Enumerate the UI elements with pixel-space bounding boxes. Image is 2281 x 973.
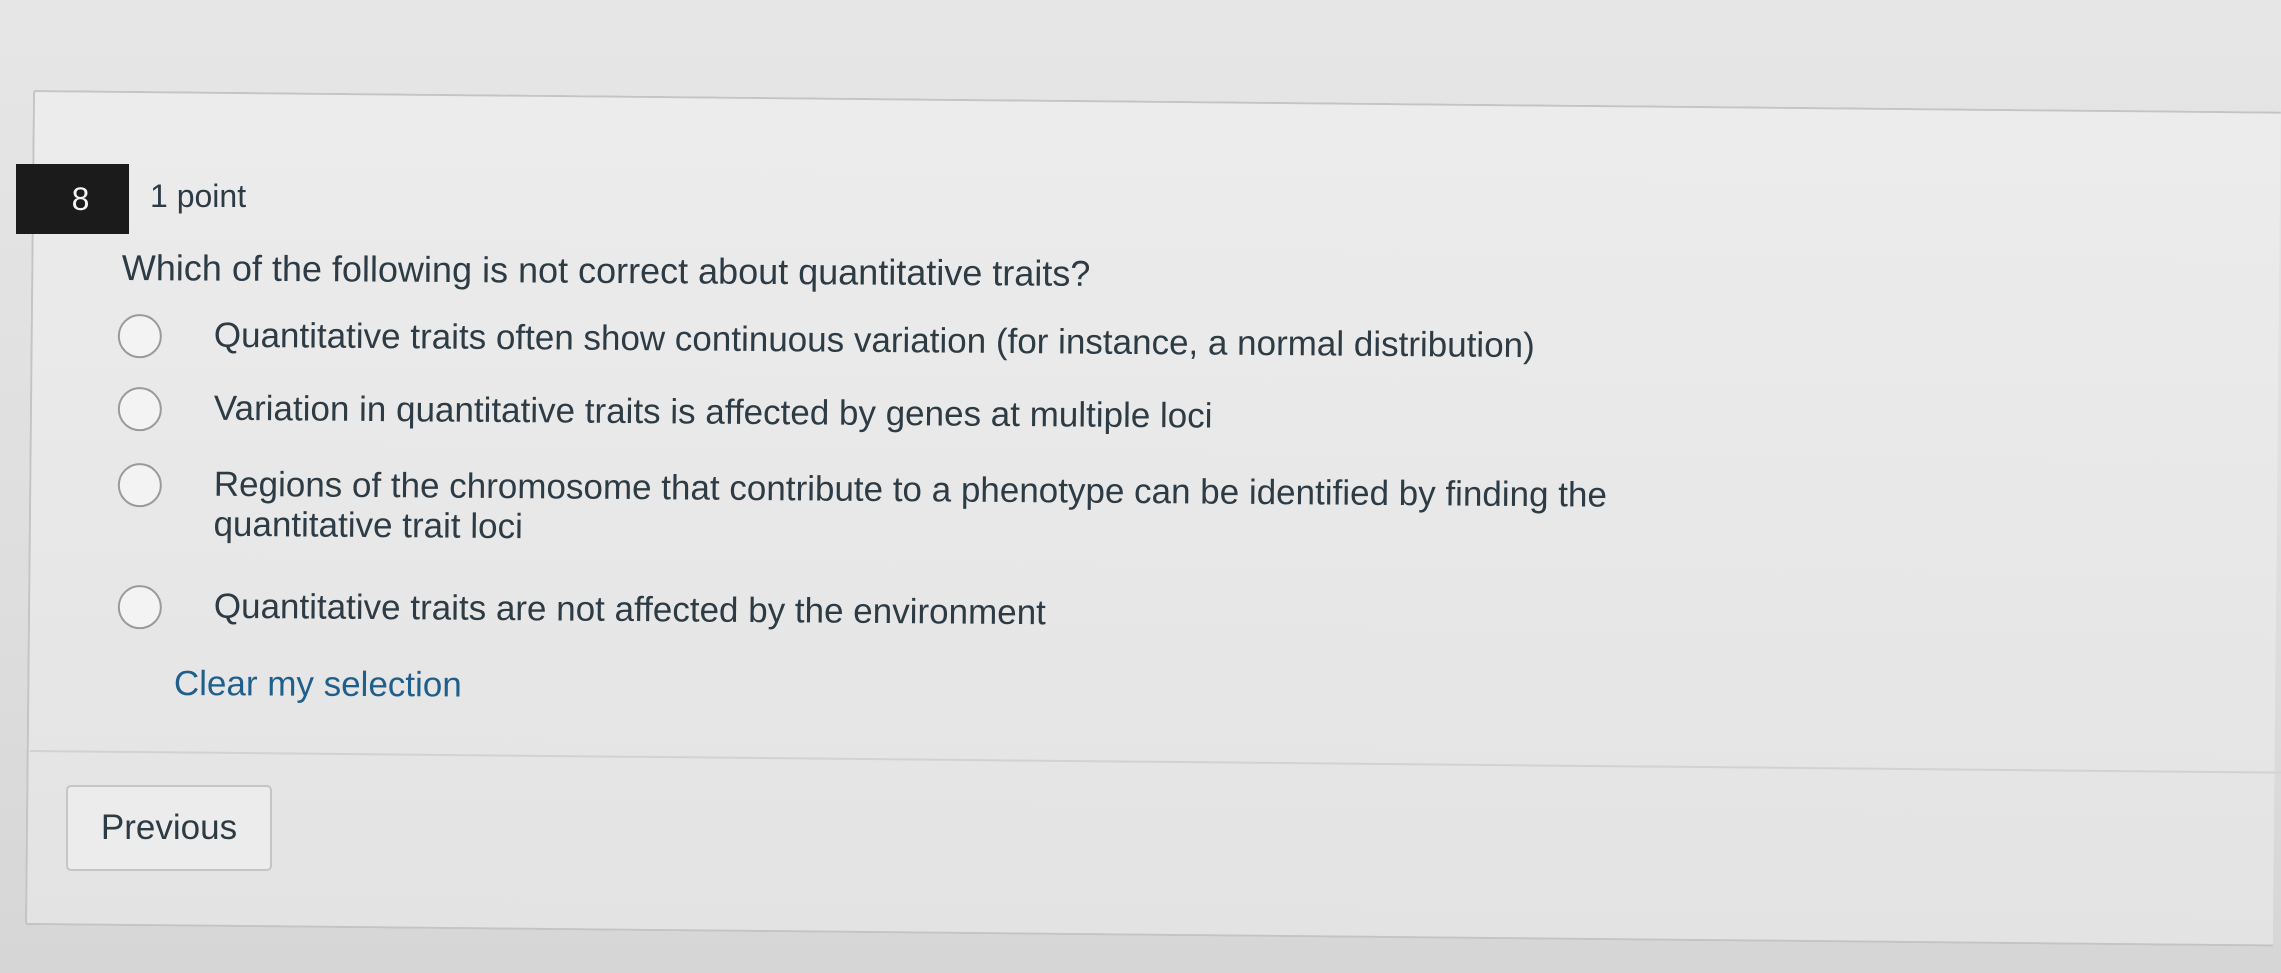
radio-button[interactable] bbox=[117, 387, 163, 432]
question-text: Which of the following is not correct ab… bbox=[121, 247, 1091, 294]
radio-button[interactable] bbox=[117, 585, 163, 630]
clear-selection-link[interactable]: Clear my selection bbox=[174, 664, 462, 706]
question-number-badge: 8 bbox=[16, 164, 129, 234]
radio-button[interactable] bbox=[117, 463, 163, 508]
previous-button[interactable]: Previous bbox=[66, 785, 272, 871]
question-points: 1 point bbox=[150, 178, 247, 214]
answer-option-label: Regions of the chromosome that contribut… bbox=[213, 464, 1608, 547]
radio-button[interactable] bbox=[117, 314, 163, 359]
answer-option[interactable]: Regions of the chromosome that contribut… bbox=[117, 463, 1774, 557]
